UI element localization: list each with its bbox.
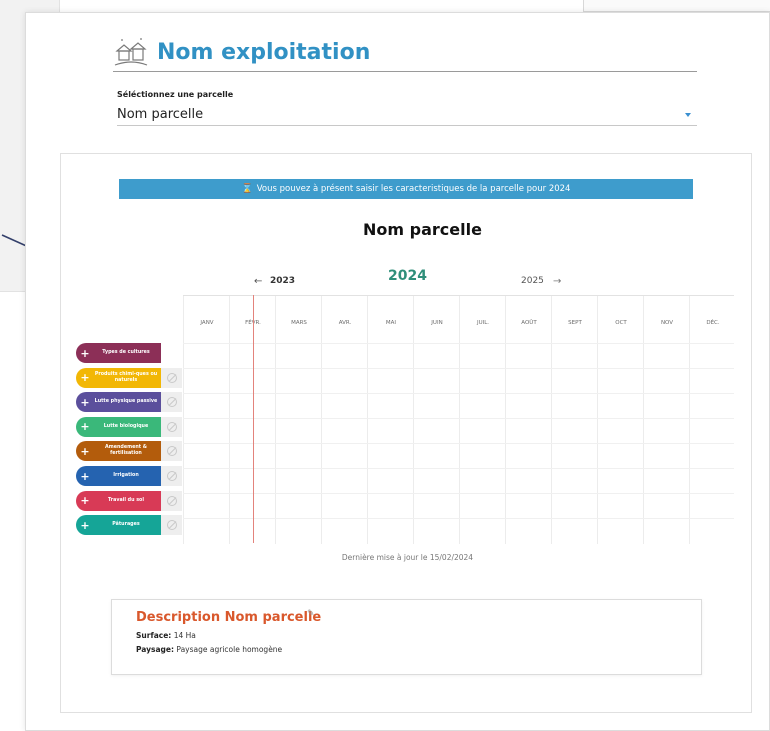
category-row: + Travail du sol xyxy=(76,490,182,511)
chevron-down-icon[interactable] xyxy=(685,112,691,117)
category-add-button[interactable]: + Amendement & fertilisation xyxy=(76,441,161,462)
grid-row-line xyxy=(183,368,734,369)
grid-row-line xyxy=(183,393,734,394)
surface-line: Surface: 14 Ha xyxy=(136,631,196,640)
month-label: DÉC. xyxy=(706,320,720,326)
parcel-title: Nom parcelle xyxy=(363,220,482,239)
category-label: Types de cultures xyxy=(102,350,150,355)
category-label: Produits chimi-ques ou naturels xyxy=(94,371,158,383)
parcel-select-label: Séléctionnez une parcelle xyxy=(117,90,234,99)
month-label: MARS xyxy=(291,320,307,326)
month-column[interactable]: JUIN xyxy=(413,296,459,544)
background-window-edge xyxy=(583,0,770,12)
category-add-button[interactable]: + Irrigation xyxy=(76,466,161,486)
plus-icon: + xyxy=(80,371,90,385)
month-label: JANV xyxy=(200,320,214,326)
category-row: + Types de cultures xyxy=(76,343,161,363)
plus-icon: + xyxy=(80,469,90,483)
category-row: + Amendement & fertilisation xyxy=(76,441,182,462)
landscape-label: Paysage xyxy=(136,645,171,654)
month-column[interactable]: SEPT xyxy=(551,296,597,544)
category-label: Lutte biologique xyxy=(103,423,149,429)
eye-off-icon[interactable] xyxy=(161,416,182,437)
year-current: 2024 xyxy=(388,268,427,284)
category-add-button[interactable]: + Pâturages xyxy=(76,515,161,536)
month-column[interactable]: JANV xyxy=(183,296,229,544)
month-column[interactable]: OCT xyxy=(597,296,643,544)
category-add-button[interactable]: + Lutte physique passive xyxy=(76,392,161,413)
grid-row-line xyxy=(183,343,734,344)
page-title: Nom exploitation xyxy=(157,40,371,65)
eye-off-icon[interactable] xyxy=(161,466,182,486)
surface-value: 14 Ha xyxy=(173,631,196,640)
category-add-button[interactable]: + Produits chimi-ques ou naturels xyxy=(76,367,161,388)
parcel-select[interactable]: Nom parcelle xyxy=(117,104,697,126)
grid-row-line xyxy=(183,418,734,419)
month-column[interactable]: FÉVR. xyxy=(229,296,275,544)
category-label: Lutte physique passive xyxy=(94,399,158,405)
month-column[interactable]: MARS xyxy=(275,296,321,544)
category-row: + Pâturages xyxy=(76,515,182,536)
arrow-right-icon[interactable]: → xyxy=(553,276,561,287)
farm-icon xyxy=(114,37,148,66)
month-column[interactable]: DÉC. xyxy=(689,296,735,544)
category-row: + Irrigation xyxy=(76,466,182,486)
edit-icon[interactable]: ✎ xyxy=(307,609,315,619)
surface-label: Surface xyxy=(136,631,169,640)
description-title: Description Nom parcelle xyxy=(136,610,322,625)
month-column[interactable]: AVR. xyxy=(321,296,367,544)
month-column[interactable]: JUIL. xyxy=(459,296,505,544)
year-next-button[interactable]: 2025 xyxy=(521,276,544,286)
category-label: Travail du sol xyxy=(108,497,144,503)
category-row: + Produits chimi-ques ou naturels xyxy=(76,367,182,388)
today-marker xyxy=(253,295,254,543)
arrow-left-icon[interactable]: ← xyxy=(254,276,262,287)
plus-icon: + xyxy=(80,518,90,532)
category-label: Irrigation xyxy=(113,473,139,478)
grid-row-line xyxy=(183,518,734,519)
month-label: AVR. xyxy=(338,320,352,326)
month-label: AOÛT xyxy=(521,320,537,326)
calendar-grid[interactable]: JANV FÉVR. MARS AVR. MAI JUIN JUIL. AOÛT SEPT OCT… xyxy=(183,295,735,544)
plus-icon: + xyxy=(80,444,90,458)
month-column[interactable]: AOÛT xyxy=(505,296,551,544)
category-row: + Lutte physique passive xyxy=(76,392,182,413)
category-row: + Lutte biologique xyxy=(76,416,182,437)
parcel-select-value: Nom parcelle xyxy=(117,107,204,122)
plus-icon: + xyxy=(80,494,90,508)
category-add-button[interactable]: + Lutte biologique xyxy=(76,416,161,437)
category-add-button[interactable]: + Travail du sol xyxy=(76,490,161,511)
month-label: SEPT xyxy=(568,320,582,326)
category-add-button[interactable]: + Types de cultures xyxy=(76,343,161,363)
eye-off-icon[interactable] xyxy=(161,367,182,388)
eye-off-icon[interactable] xyxy=(161,441,182,462)
eye-off-icon[interactable] xyxy=(161,490,182,511)
eye-off-icon[interactable] xyxy=(161,515,182,536)
month-label: JUIN xyxy=(431,320,443,326)
eye-off-icon[interactable] xyxy=(161,392,182,413)
plus-icon: + xyxy=(80,395,90,409)
grid-row-line xyxy=(183,468,734,469)
grid-row-line xyxy=(183,493,734,494)
month-column[interactable]: MAI xyxy=(367,296,413,544)
grid-row-line xyxy=(183,443,734,444)
month-label: MAI xyxy=(385,320,397,326)
info-banner: ⌛ Vous pouvez à présent saisir les carac… xyxy=(119,179,693,199)
plus-icon: + xyxy=(80,346,90,360)
hourglass-icon: ⌛ xyxy=(241,184,253,194)
category-label: Amendement & fertilisation xyxy=(105,445,147,457)
category-label: Pâturages xyxy=(112,522,140,528)
landscape-value: Paysage agricole homogène xyxy=(176,645,283,654)
plus-icon: + xyxy=(80,420,90,434)
month-label: OCT xyxy=(615,320,627,326)
last-update-note: Dernière mise à jour le 15/02/2024 xyxy=(341,553,474,562)
month-label: JUIL. xyxy=(476,320,490,326)
year-prev-button[interactable]: 2023 xyxy=(270,276,295,286)
page-header: Nom exploitation xyxy=(113,34,697,72)
info-banner-text: Vous pouvez à présent saisir les caracte… xyxy=(256,184,571,194)
month-label: NOV xyxy=(660,320,674,326)
month-column[interactable]: NOV xyxy=(643,296,689,544)
landscape-line: Paysage: Paysage agricole homogène xyxy=(136,645,283,654)
